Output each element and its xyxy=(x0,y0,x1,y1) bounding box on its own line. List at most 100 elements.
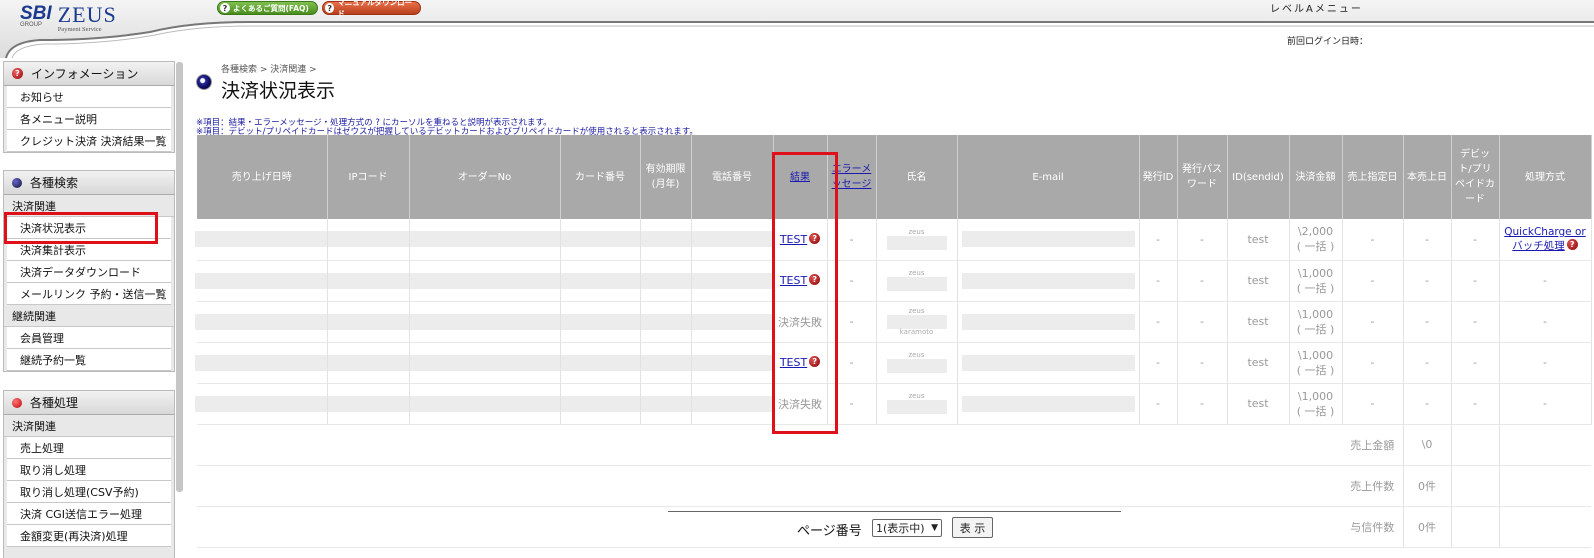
amount-value: \2,000 xyxy=(1297,225,1334,239)
pager-label: ページ番号 xyxy=(797,524,862,539)
zeus-logo[interactable]: SBI GROUP ZEUS Payment Service xyxy=(20,3,117,34)
amount-type: ( 一括 ) xyxy=(1296,363,1335,377)
amount-cell: \1,000( 一括 ) xyxy=(1289,260,1343,302)
help-icon[interactable]: ? xyxy=(1566,239,1578,251)
masked-cell xyxy=(407,260,562,302)
masked-value xyxy=(638,313,693,330)
amount-cell: \1,000( 一括 ) xyxy=(1289,383,1343,425)
sidebar-item-cancel-csv[interactable]: 取り消し処理(CSV予約) xyxy=(7,481,171,503)
col-phone: 電話番号 xyxy=(691,135,774,219)
summary-label: 売上件数 xyxy=(1342,465,1404,507)
email-cell xyxy=(957,383,1140,425)
masked-cell xyxy=(558,342,642,384)
masked-value xyxy=(961,272,1135,289)
page-select[interactable]: 1(表示中) ▼ xyxy=(872,519,942,537)
issue-id-cell: - xyxy=(1139,342,1178,384)
amount-value: \1,000 xyxy=(1297,266,1334,280)
table-row: TEST? - zeus - - test \1,000( 一括 ) - - - - xyxy=(195,260,1592,302)
sidebar-item-amount-change[interactable]: 金額変更(再決済)処理 xyxy=(7,525,171,547)
masked-cell xyxy=(689,342,775,384)
logo-sbi-text: SBI xyxy=(20,3,52,24)
masked-value xyxy=(407,354,562,371)
summary-value: \0 xyxy=(1403,424,1452,466)
issue-pw-cell: - xyxy=(1177,260,1228,302)
name-text: zeus xyxy=(908,306,925,315)
issue-pw-cell: - xyxy=(1177,342,1228,384)
method-cell[interactable]: QuickCharge or バッチ処理? xyxy=(1499,219,1592,261)
sidebar-item-payment-download[interactable]: 決済データダウンロード xyxy=(7,261,171,283)
masked-cell xyxy=(195,383,329,425)
masked-cell xyxy=(325,383,411,425)
question-icon: ? xyxy=(12,68,23,79)
payment-status-table: 売り上げ日時 IPコード オーダーNo カード番号 有効期限(月年) 電話番号 … xyxy=(195,135,1592,548)
sidebar-item-members[interactable]: 会員管理 xyxy=(7,327,171,349)
page-title: 決済状況表示 xyxy=(221,80,336,102)
sidebar-category-payment: 決済関連 xyxy=(4,415,174,437)
masked-value xyxy=(638,395,693,412)
sidebar-item-recurring-list[interactable]: 継続予約一覧 xyxy=(7,349,171,371)
info-menu-header: ? インフォメーション xyxy=(4,62,174,86)
sale-spec-cell: - xyxy=(1342,301,1404,343)
masked-cell xyxy=(689,301,775,343)
sendid-cell: test xyxy=(1227,342,1290,384)
masked-cell xyxy=(325,219,411,261)
masked-value xyxy=(195,395,329,412)
col-expiry: 有効期限(月年) xyxy=(640,135,692,219)
issue-id-cell: - xyxy=(1139,301,1178,343)
sendid-cell: test xyxy=(1227,260,1290,302)
sidebar-item-sales[interactable]: 売上処理 xyxy=(7,437,171,459)
actual-sale-cell: - xyxy=(1403,383,1452,425)
masked-value xyxy=(558,395,642,412)
sidebar-item-cancel[interactable]: 取り消し処理 xyxy=(7,459,171,481)
bullet-icon xyxy=(12,397,22,408)
masked-value xyxy=(689,354,775,371)
sidebar-item-mail-link[interactable]: メールリンク 予約・送信一覧 xyxy=(7,283,171,305)
manual-download-button[interactable]: ? マニュアルダウンロード xyxy=(322,0,421,18)
sendid-cell: test xyxy=(1227,219,1290,261)
amount-type: ( 一括 ) xyxy=(1296,240,1335,254)
sidebar-item-credit-results[interactable]: クレジット決済 決済結果一覧 xyxy=(7,130,171,152)
logo-service-text: Payment Service xyxy=(57,26,102,33)
col-issue-password: 発行パスワード xyxy=(1177,135,1228,219)
chevron-down-icon: ▼ xyxy=(931,523,938,533)
debit-cell: - xyxy=(1451,260,1500,302)
method-cell: - xyxy=(1499,342,1592,384)
sidebar-scrollbar[interactable] xyxy=(176,62,183,492)
faq-button[interactable]: ? よくあるご質問(FAQ) xyxy=(217,1,318,15)
show-page-button[interactable]: 表 示 xyxy=(952,517,993,538)
masked-value xyxy=(407,313,562,330)
sidebar-scrollbar-thumb[interactable] xyxy=(176,62,183,492)
sidebar-item-menu-guide[interactable]: 各メニュー説明 xyxy=(7,108,171,130)
sidebar-category-recurring: 継続関連 xyxy=(4,305,174,327)
sendid-cell: test xyxy=(1227,383,1290,425)
question-icon: ? xyxy=(325,3,335,13)
masked-value xyxy=(558,272,642,289)
method-link[interactable]: QuickCharge or xyxy=(1504,226,1585,238)
col-sale-date: 売り上げ日時 xyxy=(197,135,328,219)
debit-cell: - xyxy=(1451,342,1500,384)
masked-value xyxy=(325,354,411,371)
col-amount: 決済金額 xyxy=(1289,135,1343,219)
masked-value xyxy=(689,231,775,248)
masked-value xyxy=(961,395,1135,412)
method-cell: - xyxy=(1499,383,1592,425)
name-text: zeus xyxy=(908,227,925,236)
debit-cell: - xyxy=(1451,301,1500,343)
info-menu: ? インフォメーション お知らせ 各メニュー説明 クレジット決済 決済結果一覧 xyxy=(3,61,175,153)
sidebar: ? インフォメーション お知らせ 各メニュー説明 クレジット決済 決済結果一覧 … xyxy=(0,60,180,558)
masked-value xyxy=(558,354,642,371)
method-link[interactable]: バッチ処理 xyxy=(1512,240,1565,252)
summary-label: 与信件数 xyxy=(1342,506,1404,548)
masked-cell xyxy=(407,342,562,384)
table-row: TEST? - zeus - - test \2,000( 一括 ) - - - QuickChar… xyxy=(195,219,1592,261)
page-select-value: 1(表示中) xyxy=(876,522,925,535)
sidebar-item-news[interactable]: お知らせ xyxy=(7,86,171,108)
sidebar-item-cgi-error[interactable]: 決済 CGI送信エラー処理 xyxy=(7,503,171,525)
summary-value: 0件 xyxy=(1403,465,1452,507)
question-icon: ? xyxy=(220,3,230,13)
faq-button-label: よくあるご質問(FAQ) xyxy=(233,3,309,13)
table-row: TEST? - zeus - - test \1,000( 一括 ) - - - - xyxy=(195,342,1592,384)
name-cell: zeus xyxy=(876,219,958,261)
masked-cell xyxy=(689,260,775,302)
col-method: 処理方式 xyxy=(1499,135,1592,219)
